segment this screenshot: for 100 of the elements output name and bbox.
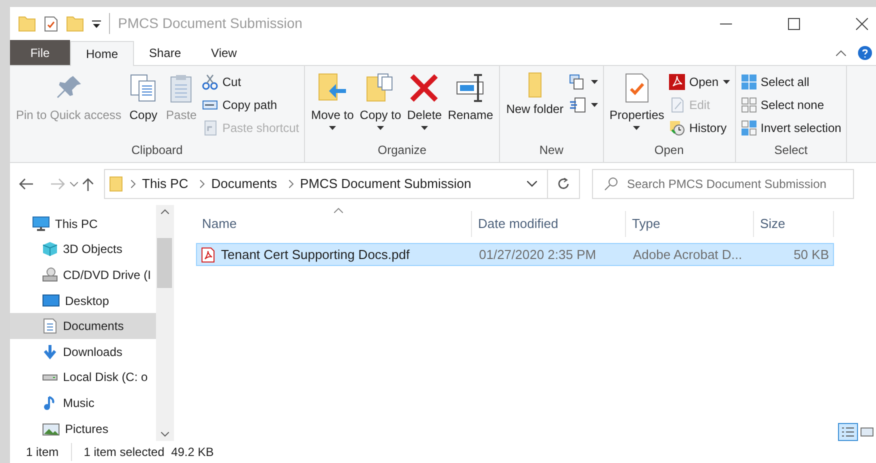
recent-locations-caret-icon[interactable] [70, 182, 78, 186]
navigation-item[interactable]: Music [10, 390, 156, 416]
help-icon[interactable] [858, 46, 872, 60]
pictures-icon [42, 420, 60, 437]
ribbon-button[interactable]: Select all [740, 72, 842, 92]
disk-drive-icon [42, 374, 58, 381]
ribbon-button[interactable] [568, 95, 599, 115]
search-field[interactable]: Search PMCS Document Submission [592, 169, 854, 199]
cd-drive-icon [42, 266, 58, 283]
navigation-item[interactable]: Local Disk (C: o [10, 364, 156, 390]
history-icon [669, 120, 686, 136]
file-size: 50 KB [792, 246, 830, 264]
customize-dropdown-icon[interactable] [92, 20, 101, 28]
ribbon-button[interactable] [568, 72, 599, 92]
scissors-icon [202, 74, 218, 90]
collapse-ribbon-icon[interactable] [836, 50, 846, 56]
group-label: Open [653, 142, 685, 159]
download-arrow-icon [42, 344, 58, 360]
navigation-item[interactable]: Desktop [10, 288, 156, 314]
ribbon-button[interactable]: History [668, 118, 731, 138]
ribbon-button[interactable]: Move to [309, 70, 356, 141]
maximize-icon[interactable] [788, 18, 800, 30]
caret-icon [633, 126, 640, 130]
column-header[interactable]: Date modified [472, 211, 626, 237]
caret-icon [328, 126, 336, 130]
scrollbar[interactable] [156, 205, 173, 441]
navigation-item[interactable]: 3D Objects [10, 236, 156, 262]
computer-icon [32, 216, 50, 232]
rename-icon [454, 72, 486, 104]
column-header[interactable]: Name [196, 211, 472, 237]
folder-icon [528, 72, 542, 98]
caret-icon [420, 126, 428, 130]
scroll-thumb[interactable] [157, 238, 172, 288]
sort-ascending-icon [334, 208, 343, 213]
desktop-icon [42, 292, 60, 309]
chevron-icon [288, 180, 294, 188]
close-icon[interactable] [856, 18, 868, 30]
ribbon-button[interactable]: Copy path [201, 95, 300, 115]
caret-icon [590, 103, 598, 107]
ribbon-tab[interactable]: Share [134, 40, 196, 65]
group-label: Clipboard [130, 142, 184, 159]
column-header[interactable]: Type [626, 211, 754, 237]
scroll-down-icon[interactable] [160, 432, 168, 437]
paste-shortcut-icon [202, 120, 218, 136]
ribbon-button[interactable]: Copy to [358, 70, 404, 141]
back-arrow-icon[interactable] [18, 178, 34, 190]
up-arrow-icon[interactable] [82, 177, 94, 191]
refresh-icon [558, 178, 570, 190]
group-label: Organize [376, 142, 428, 159]
breadcrumb[interactable]: This PC [136, 174, 194, 194]
ribbon-button[interactable]: Select none [740, 95, 842, 115]
ribbon-button[interactable]: Copy [125, 70, 162, 141]
address-bar[interactable]: This PC Documents PMCS Document Submission [104, 169, 580, 199]
breadcrumb[interactable]: Documents [205, 174, 283, 194]
ribbon-tab[interactable]: Home [70, 41, 134, 66]
chevron-icon [200, 180, 206, 188]
ribbon-button[interactable]: Delete [405, 70, 444, 141]
document-icon [42, 318, 58, 334]
edit-icon [669, 97, 686, 113]
file-date: 01/27/2020 2:35 PM [478, 246, 598, 264]
breadcrumb[interactable]: PMCS Document Submission [294, 174, 478, 194]
file-type: Adobe Acrobat D... [632, 246, 744, 264]
properties-icon[interactable] [44, 16, 58, 32]
scroll-up-icon[interactable] [160, 209, 168, 214]
x-mark-icon [408, 72, 440, 104]
caret-icon [722, 80, 730, 84]
item-count: 1 item [26, 444, 59, 461]
navigation-item[interactable]: CD/DVD Drive (I [10, 262, 156, 288]
cube-icon [42, 241, 58, 258]
file-tab[interactable]: File [10, 40, 70, 65]
select-all-icon [740, 74, 757, 90]
window-title: PMCS Document Submission [109, 13, 712, 34]
caret-icon [376, 126, 384, 130]
caret-icon [590, 80, 598, 84]
invert-selection-icon [740, 120, 757, 136]
navigation-item[interactable]: Pictures [10, 416, 156, 442]
navigation-item[interactable]: This PC [10, 211, 156, 237]
chevron-icon [131, 180, 136, 188]
details-view-icon[interactable] [838, 423, 858, 441]
ribbon-button[interactable]: Open [668, 72, 731, 92]
ribbon-button[interactable]: Invert selection [740, 118, 842, 138]
ribbon-button[interactable]: New folder [504, 70, 566, 141]
dropdown-caret-icon[interactable] [527, 181, 537, 187]
pdf-file-icon [201, 246, 215, 262]
ribbon-tab[interactable]: View [196, 40, 252, 65]
file-row[interactable]: Tenant Cert Supporting Docs.pdf 01/27/2020 2:35 PM Adobe Acrobat D... 50 KB [196, 243, 834, 266]
file-name: Tenant Cert Supporting Docs.pdf [221, 246, 410, 264]
ribbon-button[interactable]: Cut [201, 72, 300, 92]
column-header[interactable]: Size [754, 211, 834, 237]
folder-icon [109, 176, 125, 192]
search-icon [604, 177, 618, 191]
ribbon-button[interactable]: Rename [446, 70, 496, 141]
navigation-item[interactable]: Downloads [10, 338, 156, 365]
group-label: New [538, 142, 564, 159]
easy-access-icon [568, 97, 587, 113]
navigation-item[interactable]: Documents [10, 313, 156, 339]
selection-info: 1 item selected 49.2 KB [70, 443, 214, 461]
ribbon-button[interactable]: Properties [608, 70, 666, 141]
group-label: Select [773, 142, 809, 159]
select-none-icon [740, 97, 757, 113]
